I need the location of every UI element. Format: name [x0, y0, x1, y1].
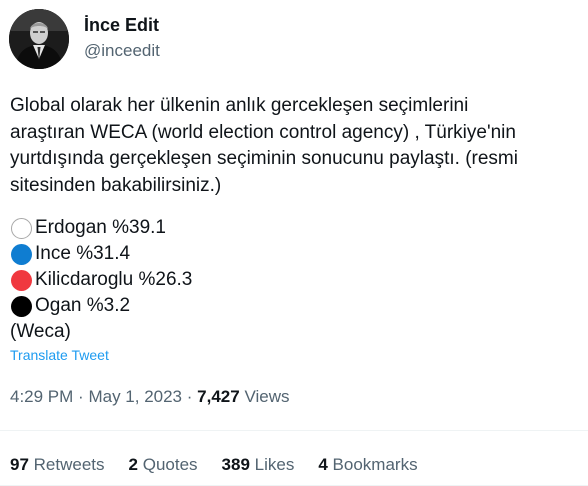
result-row-ince: Ince %31.4: [10, 241, 410, 267]
blue-circle-icon: [11, 243, 32, 265]
bookmarks-stat[interactable]: 4 Bookmarks: [318, 455, 417, 475]
tweet-text-line: Global olarak her ülkenin anlık gercekle…: [10, 95, 469, 116]
author-display-name[interactable]: İnce Edit: [84, 15, 159, 36]
meta-separator: ·: [78, 387, 84, 406]
tweet-meta: 4:29 PM · May 1, 2023 · 7,427 Views: [10, 387, 289, 407]
likes-count: 389: [221, 455, 250, 474]
views-label: Views: [244, 387, 290, 406]
red-circle-icon: [11, 269, 32, 291]
likes-label: Likes: [254, 455, 295, 474]
author-handle[interactable]: @inceedit: [84, 41, 160, 61]
bookmarks-count: 4: [318, 455, 328, 474]
black-circle-icon: [11, 295, 32, 317]
result-label: Erdogan %39.1: [35, 217, 166, 238]
likes-stat[interactable]: 389 Likes: [222, 455, 295, 475]
election-results: Erdogan %39.1 Ince %31.4 Kilicdaroglu %2…: [10, 215, 410, 345]
result-row-ogan: Ogan %3.2: [10, 293, 410, 319]
retweets-stat[interactable]: 97 Retweets: [10, 455, 105, 475]
result-row-erdogan: Erdogan %39.1: [10, 215, 410, 241]
quotes-label: Quotes: [142, 455, 198, 474]
result-label: Kilicdaroglu %26.3: [35, 269, 193, 290]
avatar[interactable]: [9, 9, 69, 69]
retweets-label: Retweets: [33, 455, 105, 474]
meta-separator: ·: [186, 387, 193, 406]
tweet-text-line: araştıran WECA (world election control a…: [10, 121, 516, 143]
tweet-text-line: sitesinden bakabilirsiniz.): [10, 174, 222, 196]
quotes-stat[interactable]: 2 Quotes: [129, 455, 198, 475]
result-label: Ogan %3.2: [35, 295, 131, 316]
white-circle-icon: [11, 217, 32, 239]
engagement-stats: 97 Retweets 2 Quotes 389 Likes 4 Bookmar…: [10, 455, 442, 475]
tweet-time[interactable]: 4:29 PM: [10, 387, 73, 406]
translate-tweet-link[interactable]: Translate Tweet: [10, 347, 109, 363]
divider: [0, 430, 588, 431]
tweet-date[interactable]: May 1, 2023: [88, 387, 182, 406]
source-line: (Weca): [10, 321, 71, 342]
bookmarks-label: Bookmarks: [332, 455, 418, 474]
result-label: Ince %31.4: [35, 243, 131, 264]
retweets-count: 97: [10, 455, 29, 474]
result-row-kilicdaroglu: Kilicdaroglu %26.3: [10, 267, 410, 293]
tweet-text-line: yurtdışında gerçekleşen seçiminin sonucu…: [10, 148, 518, 169]
profile-photo-icon: [9, 9, 69, 69]
tweet-text: Global olarak her ülkenin anlık gercekle…: [10, 93, 582, 199]
views-count: 7,427: [197, 387, 240, 406]
quotes-count: 2: [128, 455, 138, 474]
